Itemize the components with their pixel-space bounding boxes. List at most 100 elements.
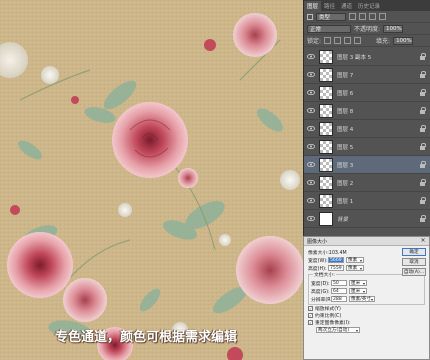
- tab-layers[interactable]: 图层: [304, 1, 322, 11]
- resolution-unit-select[interactable]: 像素/英寸: [349, 296, 375, 302]
- auto-button[interactable]: 自动(A)...: [402, 268, 426, 276]
- layer-name: 背景: [337, 216, 349, 223]
- layer-name: 图层 5: [337, 144, 354, 151]
- layer-row[interactable]: 图层 6: [304, 84, 430, 102]
- tab-channels[interactable]: 通道: [338, 1, 355, 11]
- scale-styles-checkbox[interactable]: ✓ 缩放样式(Y): [308, 305, 425, 312]
- visibility-eye-icon[interactable]: [306, 106, 315, 115]
- search-icon: [307, 13, 313, 20]
- lock-icon: [420, 53, 426, 60]
- resample-method-select[interactable]: 两次立方(自动): [316, 327, 360, 333]
- tab-paths[interactable]: 路径: [321, 1, 338, 11]
- checkbox-box[interactable]: ✓: [308, 306, 313, 311]
- width-input[interactable]: 5669: [328, 257, 344, 263]
- layer-thumbnail: [319, 211, 333, 226]
- width-label: 宽度(W):: [308, 258, 328, 264]
- ok-button[interactable]: 确定: [402, 248, 426, 256]
- filter-row: 类型: [304, 11, 430, 23]
- resolution-input[interactable]: 288: [331, 296, 347, 302]
- resample-label: 重定图像像素(I):: [315, 321, 351, 326]
- layer-thumbnail: [319, 139, 333, 154]
- dialog-titlebar: 图像大小 ×: [304, 237, 429, 246]
- layer-thumbnail: [319, 157, 333, 172]
- shape-filter-icon[interactable]: [379, 13, 386, 20]
- checkbox-box[interactable]: ✓: [308, 313, 313, 318]
- width-unit-select[interactable]: 像素: [346, 257, 364, 263]
- lock-all-icon[interactable]: [354, 37, 362, 44]
- layer-name: 图层 6: [337, 90, 354, 97]
- lock-icon: [420, 161, 426, 168]
- layer-thumbnail: [319, 67, 333, 82]
- caption-text: 专色通道，颜色可根据需求编辑: [55, 330, 238, 345]
- visibility-eye-icon[interactable]: [306, 52, 315, 61]
- visibility-eye-icon[interactable]: [306, 214, 315, 223]
- layer-row[interactable]: 图层 7: [304, 66, 430, 84]
- filter-kind-select[interactable]: 类型: [316, 12, 346, 21]
- tab-history[interactable]: 历史记录: [355, 1, 383, 11]
- doc-width-label: 宽度(D):: [311, 281, 330, 287]
- visibility-eye-icon[interactable]: [306, 178, 315, 187]
- doc-width-input[interactable]: 50: [331, 280, 347, 286]
- panel-tabs: 图层 路径 通道 历史记录: [304, 0, 430, 11]
- layer-thumbnail: [319, 49, 333, 64]
- layer-name: 图层 1: [337, 198, 354, 205]
- doc-height-unit-select[interactable]: 厘米: [349, 288, 367, 294]
- lock-icon: [420, 197, 426, 204]
- layer-thumbnail: [319, 193, 333, 208]
- layer-list: 图层 3 副本 5 图层 7 图层 6 图层 8 图层 4 图层 5 图层 3 图层 2 图层 …: [304, 48, 430, 228]
- layer-row[interactable]: 背景: [304, 210, 430, 228]
- cancel-button[interactable]: 取消: [402, 258, 426, 266]
- doc-size-label: 文档大小:: [313, 271, 336, 278]
- opacity-input[interactable]: 100%: [383, 24, 404, 33]
- visibility-eye-icon[interactable]: [306, 88, 315, 97]
- doc-width-unit-select[interactable]: 厘米: [349, 280, 367, 286]
- lock-label: 锁定:: [307, 38, 322, 45]
- layer-row[interactable]: 图层 4: [304, 120, 430, 138]
- layer-name: 图层 8: [337, 108, 354, 115]
- dialog-title: 图像大小: [307, 238, 328, 245]
- fill-input[interactable]: 100%: [393, 36, 414, 45]
- lock-icon: [420, 215, 426, 222]
- visibility-eye-icon[interactable]: [306, 160, 315, 169]
- resample-checkbox[interactable]: ✓ 重定图像像素(I):: [308, 319, 425, 326]
- lock-icon: [420, 143, 426, 150]
- layer-row[interactable]: 图层 8: [304, 102, 430, 120]
- visibility-eye-icon[interactable]: [306, 124, 315, 133]
- dialog-buttons: 确定 取消 自动(A)...: [402, 248, 426, 276]
- lock-icon: [420, 71, 426, 78]
- lock-icon: [420, 179, 426, 186]
- resolution-label: 分辨率(R):: [311, 297, 335, 303]
- layer-name: 图层 3 副本 5: [337, 54, 372, 61]
- constrain-proportions-checkbox[interactable]: ✓ 约束比例(C): [308, 312, 425, 319]
- adjust-filter-icon[interactable]: [359, 13, 366, 20]
- layer-name: 图层 2: [337, 180, 354, 187]
- opacity-label: 不透明度:: [354, 26, 381, 33]
- layer-name: 图层 4: [337, 126, 354, 133]
- checkbox-box[interactable]: ✓: [308, 320, 313, 325]
- layer-row[interactable]: 图层 3: [304, 156, 430, 174]
- layer-row[interactable]: 图层 5: [304, 138, 430, 156]
- blend-mode-select[interactable]: 正常: [307, 24, 351, 33]
- visibility-eye-icon[interactable]: [306, 142, 315, 151]
- height-unit-select[interactable]: 像素: [346, 265, 364, 271]
- lock-image-icon[interactable]: [334, 37, 342, 44]
- close-icon[interactable]: ×: [420, 238, 426, 244]
- dialog-body: 像素大小:103.4M 宽度(W): 5669 像素 高度(H): 7559 像…: [304, 246, 429, 336]
- blend-row: 正常 不透明度: 100%: [304, 23, 430, 35]
- pixel-filter-icon[interactable]: [349, 13, 356, 20]
- type-filter-icon[interactable]: [369, 13, 376, 20]
- artwork-canvas[interactable]: 专色通道，颜色可根据需求编辑: [0, 0, 303, 360]
- layer-row[interactable]: 图层 3 副本 5: [304, 48, 430, 66]
- image-size-dialog: 图像大小 × 像素大小:103.4M 宽度(W): 5669 像素 高度(H):…: [303, 236, 430, 360]
- layer-row[interactable]: 图层 2: [304, 174, 430, 192]
- scale-styles-label: 缩放样式(Y): [315, 307, 341, 312]
- visibility-eye-icon[interactable]: [306, 196, 315, 205]
- visibility-eye-icon[interactable]: [306, 70, 315, 79]
- layer-thumbnail: [319, 121, 333, 136]
- layers-panel: 图层 路径 通道 历史记录 类型 正常 不透明度: 100% 锁定: 填充: 1…: [303, 0, 430, 236]
- lock-transparent-icon[interactable]: [324, 37, 332, 44]
- lock-position-icon[interactable]: [344, 37, 352, 44]
- layer-row[interactable]: 图层 1: [304, 192, 430, 210]
- doc-height-input[interactable]: 64: [331, 288, 347, 294]
- lock-icon: [420, 89, 426, 96]
